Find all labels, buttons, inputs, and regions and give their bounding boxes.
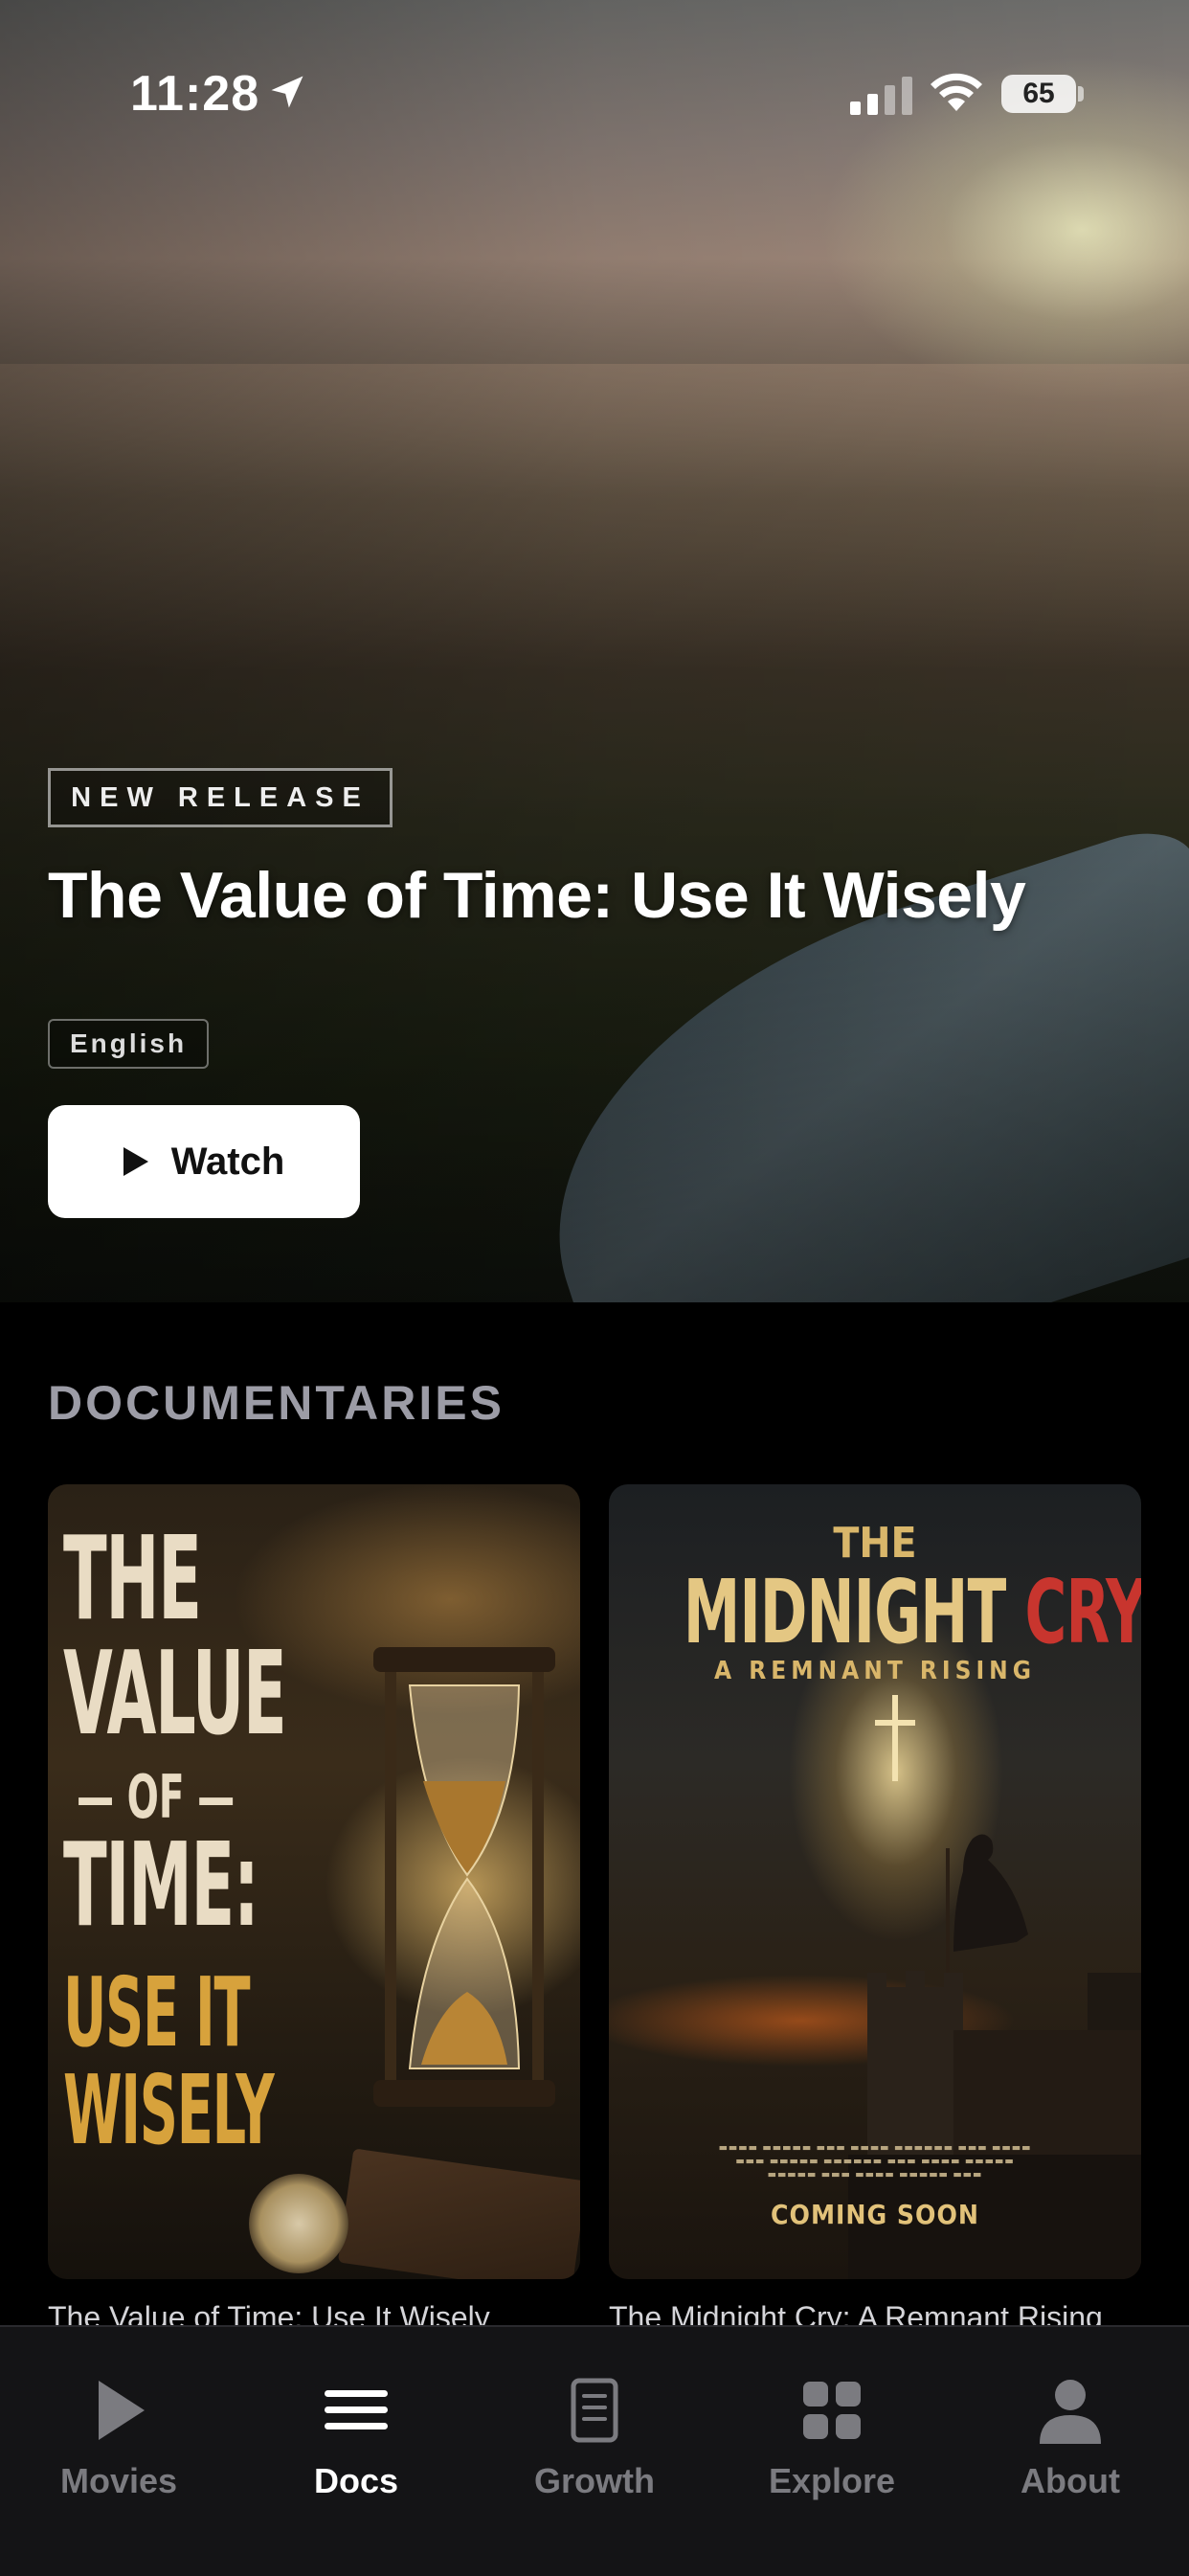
poster-text: THE: [63, 1513, 202, 1646]
cellular-signal-icon: [850, 77, 912, 115]
watch-button-label: Watch: [170, 1140, 285, 1183]
watch-button[interactable]: Watch: [48, 1105, 360, 1218]
tab-label: Movies: [59, 2461, 178, 2500]
poster-text: VALUE: [63, 1628, 287, 1761]
list-icon: [325, 2390, 388, 2429]
documentary-card[interactable]: THE MIDNIGHT CRY A REMNANT RISING ▬▬▬▬ ▬…: [609, 1484, 1141, 2279]
play-icon: [99, 2381, 145, 2440]
poster-text: WISELY: [63, 2054, 275, 2166]
poster-text: MIDNIGHT: [683, 1561, 1006, 1663]
person-icon: [1040, 2380, 1101, 2444]
status-bar: 11:28 65: [0, 0, 1189, 192]
cross-icon: [875, 1695, 915, 1781]
poster-fine-print: ▬▬▬▬ ▬▬▬▬▬ ▬▬▬ ▬▬▬▬ ▬▬▬▬▬▬ ▬▬▬ ▬▬▬▬ ▬▬▬ ▬…: [718, 2141, 1032, 2181]
battery-cap: [1078, 86, 1084, 102]
document-icon: [571, 2378, 618, 2443]
hourglass-illustration: [373, 1647, 555, 2107]
play-icon: [123, 1147, 148, 1176]
status-time: 11:28: [130, 66, 260, 122]
section-title: DOCUMENTARIES: [48, 1376, 505, 1430]
hero-title: The Value of Time: Use It Wisely: [48, 859, 1026, 932]
poster-text: USE IT: [63, 1956, 251, 2068]
tab-bar: Movies Docs Growth Explore About: [0, 2325, 1189, 2576]
documentary-card[interactable]: THE VALUE — OF — TIME: USE IT WISELY: [48, 1484, 580, 2279]
new-release-badge: NEW RELEASE: [48, 768, 393, 827]
tab-explore[interactable]: Explore: [713, 2327, 951, 2500]
tab-label: About: [1021, 2461, 1120, 2500]
tab-label: Growth: [534, 2461, 655, 2500]
tab-label: Explore: [768, 2461, 896, 2500]
location-arrow-icon: [271, 76, 303, 108]
language-tag: English: [48, 1019, 209, 1069]
compass-illustration: [249, 2174, 348, 2273]
battery-indicator: 65: [1001, 75, 1076, 113]
poster-text: A REMNANT RISING: [714, 1657, 1036, 1685]
tab-docs[interactable]: Docs: [237, 2327, 475, 2500]
cloaked-figure-illustration: [946, 1834, 1028, 1973]
tab-movies[interactable]: Movies: [0, 2327, 237, 2500]
poster-text: CRY: [1024, 1561, 1141, 1663]
poster-text: TIME:: [63, 1819, 259, 1953]
poster-title: MIDNIGHT CRY: [683, 1561, 1141, 1663]
book-illustration: [337, 2148, 580, 2279]
tab-about[interactable]: About: [952, 2327, 1189, 2500]
grid-icon: [803, 2382, 861, 2439]
tab-label: Docs: [313, 2461, 399, 2500]
wifi-icon: [931, 73, 982, 111]
poster-text: COMING SOON: [771, 2199, 979, 2230]
tab-growth[interactable]: Growth: [476, 2327, 713, 2500]
